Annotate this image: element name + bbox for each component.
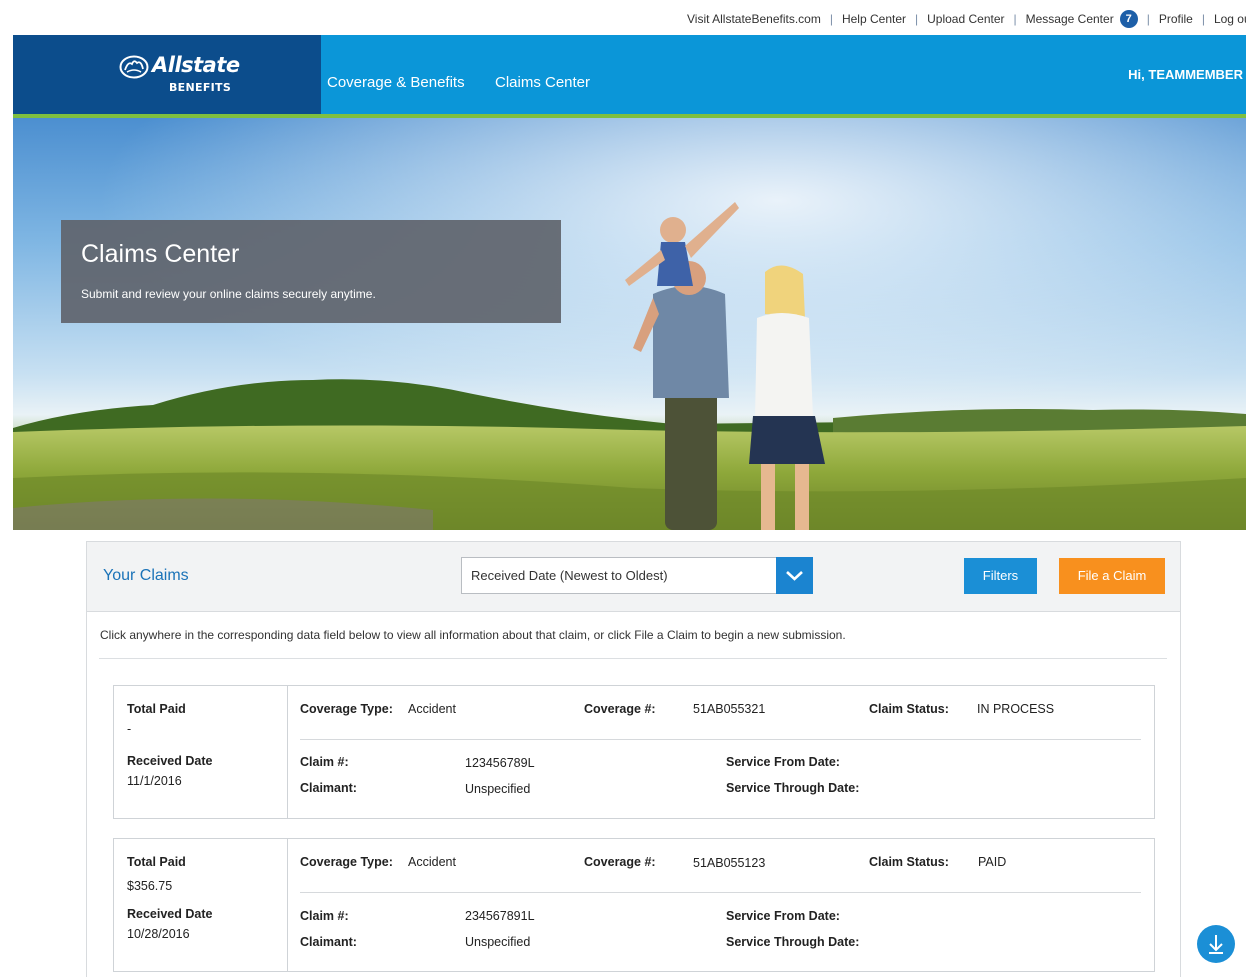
help-center-link[interactable]: Help Center xyxy=(842,12,906,26)
log-out-link[interactable]: Log out xyxy=(1214,12,1246,26)
total-paid-value: - xyxy=(127,722,132,736)
claim-summary: Total Paid - Received Date 11/1/2016 xyxy=(114,686,288,818)
hero-card: Claims Center Submit and review your onl… xyxy=(61,220,561,323)
chevron-down-icon xyxy=(786,571,803,581)
coverage-number-value: 51AB055321 xyxy=(693,702,766,716)
coverage-number-label: Coverage #: xyxy=(584,855,656,869)
divider xyxy=(300,739,1141,740)
claim-status-value: PAID xyxy=(978,855,1007,869)
message-center-link[interactable]: Message Center xyxy=(1026,12,1114,26)
utility-links: Visit AllstateBenefits.com | Help Center… xyxy=(687,10,1246,28)
user-greeting[interactable]: Hi, TEAMMEMBER xyxy=(1128,67,1243,82)
divider xyxy=(300,892,1141,893)
claim-status-value: IN PROCESS xyxy=(977,702,1055,716)
service-through-label: Service Through Date: xyxy=(726,781,860,795)
coverage-type-label: Coverage Type: xyxy=(300,855,393,869)
claim-card[interactable]: Total Paid $356.75 Received Date 10/28/2… xyxy=(113,838,1155,972)
received-date-value: 10/28/2016 xyxy=(127,927,190,941)
file-a-claim-button[interactable]: File a Claim xyxy=(1059,558,1165,594)
received-date-label: Received Date xyxy=(127,754,213,768)
separator: | xyxy=(829,12,833,26)
claim-number-value: 123456789L xyxy=(465,756,535,770)
claimant-value: Unspecified xyxy=(465,782,531,796)
logo[interactable]: Allstate BENEFITS xyxy=(13,35,321,114)
separator: | xyxy=(915,12,919,26)
claimant-label: Claimant: xyxy=(300,935,357,949)
profile-link[interactable]: Profile xyxy=(1159,12,1193,26)
your-claims-title: Your Claims xyxy=(103,567,189,584)
hero-banner: Claims Center Submit and review your onl… xyxy=(13,118,1246,530)
nav-coverage-benefits[interactable]: Coverage & Benefits xyxy=(327,74,465,91)
total-paid-label: Total Paid xyxy=(127,855,186,869)
utility-bar: Visit AllstateBenefits.com | Help Center… xyxy=(0,0,1246,35)
coverage-type-label: Coverage Type: xyxy=(300,702,393,716)
separator: | xyxy=(1146,12,1150,26)
scroll-down-button[interactable] xyxy=(1197,925,1235,963)
claim-status-label: Claim Status: xyxy=(869,702,949,716)
nav-claims-center[interactable]: Claims Center xyxy=(495,74,590,91)
claims-panel: Your Claims Received Date (Newest to Old… xyxy=(86,541,1181,977)
hero-subtitle: Submit and review your online claims sec… xyxy=(81,287,376,301)
claimant-value: Unspecified xyxy=(465,935,531,949)
coverage-number-label: Coverage #: xyxy=(584,702,656,716)
main-nav: Allstate BENEFITS Coverage & Benefits Cl… xyxy=(13,35,1246,117)
hands-logo-icon xyxy=(119,55,149,79)
service-from-label: Service From Date: xyxy=(726,909,840,923)
sort-select-value: Received Date (Newest to Oldest) xyxy=(471,568,668,583)
claim-summary: Total Paid $356.75 Received Date 10/28/2… xyxy=(114,839,288,971)
claim-card[interactable]: Total Paid - Received Date 11/1/2016 Cov… xyxy=(113,685,1155,819)
received-date-label: Received Date xyxy=(127,907,213,921)
hero-title: Claims Center xyxy=(81,240,240,268)
brand-name: Allstate xyxy=(152,53,240,77)
total-paid-label: Total Paid xyxy=(127,702,186,716)
upload-center-link[interactable]: Upload Center xyxy=(927,12,1004,26)
service-from-label: Service From Date: xyxy=(726,755,840,769)
coverage-type-value: Accident xyxy=(408,702,456,716)
sort-dropdown-button[interactable] xyxy=(776,557,813,594)
divider xyxy=(99,658,1167,659)
separator: | xyxy=(1013,12,1017,26)
visit-allstate-link[interactable]: Visit AllstateBenefits.com xyxy=(687,12,821,26)
claims-instructions: Click anywhere in the corresponding data… xyxy=(100,628,846,642)
coverage-number-value: 51AB055123 xyxy=(693,856,766,870)
claim-number-value: 234567891L xyxy=(465,909,535,923)
claim-status-label: Claim Status: xyxy=(869,855,949,869)
message-count-badge[interactable]: 7 xyxy=(1119,10,1138,28)
brand-sub: BENEFITS xyxy=(169,81,232,94)
filters-button[interactable]: Filters xyxy=(964,558,1037,594)
coverage-type-value: Accident xyxy=(408,855,456,869)
arrow-down-icon xyxy=(1209,935,1223,954)
hero-family-field-image xyxy=(13,118,1246,530)
sort-select[interactable]: Received Date (Newest to Oldest) xyxy=(461,557,813,594)
claim-number-label: Claim #: xyxy=(300,755,349,769)
total-paid-value: $356.75 xyxy=(127,879,173,893)
service-through-label: Service Through Date: xyxy=(726,935,860,949)
claim-number-label: Claim #: xyxy=(300,909,349,923)
received-date-value: 11/1/2016 xyxy=(127,774,182,788)
claimant-label: Claimant: xyxy=(300,781,357,795)
separator: | xyxy=(1201,12,1205,26)
claims-panel-header: Your Claims Received Date (Newest to Old… xyxy=(87,542,1180,612)
